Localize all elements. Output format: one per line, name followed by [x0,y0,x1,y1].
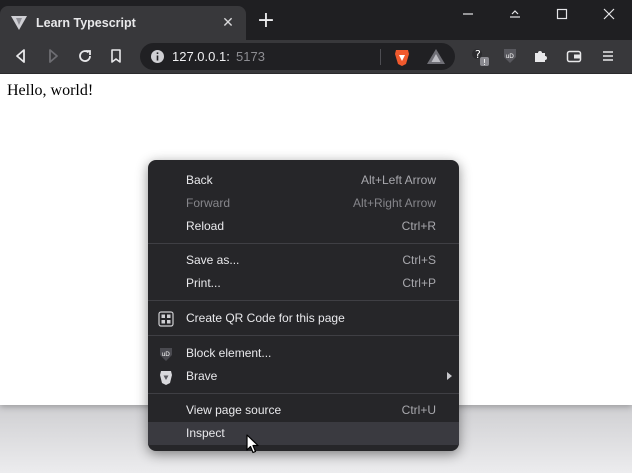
menu-item-print[interactable]: Print... Ctrl+P [148,272,459,295]
menu-item-label: Save as... [186,253,240,267]
brave-shields-icon[interactable] [392,47,412,67]
reload-icon[interactable] [73,44,97,68]
menu-item-back[interactable]: Back Alt+Left Arrow [148,169,459,192]
ublock-icon: uD [158,346,174,362]
vite-logo-icon [10,14,28,32]
svg-text:!: ! [483,58,486,67]
menu-item-label: Create QR Code for this page [186,311,345,325]
menu-divider [148,335,459,336]
menu-item-label: Inspect [186,426,225,440]
restore-down-icon[interactable] [492,0,538,28]
url-host: 127.0.0.1: [172,49,230,64]
maximize-icon[interactable] [539,0,585,28]
menu-item-forward[interactable]: Forward Alt+Right Arrow [148,192,459,215]
site-info-icon[interactable] [150,49,165,64]
submenu-arrow-icon [447,372,452,380]
svg-text:uD: uD [162,351,171,358]
svg-text:uD: uD [506,53,515,60]
menu-item-shortcut: Alt+Left Arrow [360,173,436,187]
menu-item-shortcut: Ctrl+S [402,253,436,267]
menu-item-brave[interactable]: Brave [148,365,459,388]
menu-item-save-as[interactable]: Save as... Ctrl+S [148,249,459,272]
forward-icon[interactable] [41,44,65,68]
tab-learn-typescript[interactable]: Learn Typescript ✕ [0,6,246,40]
brave-lion-icon [158,369,174,385]
menu-item-view-page-source[interactable]: View page source Ctrl+U [148,399,459,422]
menu-item-label: Back [186,173,213,187]
bookmark-icon[interactable] [104,44,128,68]
tab-title: Learn Typescript [36,16,136,30]
menu-divider [148,300,459,301]
close-icon[interactable] [586,0,632,28]
toolbar: 127.0.0.1: 5173 ?! uD [0,40,632,74]
tor-ext-icon[interactable]: ?! [468,44,492,68]
menu-divider [148,243,459,244]
menu-item-label: Brave [186,369,218,383]
brave-rewards-icon[interactable] [426,47,446,67]
menu-item-block-element[interactable]: uD Block element... [148,342,459,365]
url-port: 5173 [236,49,265,64]
menu-item-reload[interactable]: Reload Ctrl+R [148,215,459,238]
menu-divider [148,393,459,394]
mouse-pointer-icon [246,434,260,454]
menu-item-label: Block element... [186,346,272,360]
menu-item-label: Print... [186,276,221,290]
title-bar: Learn Typescript ✕ + [0,0,632,40]
menu-item-label: View page source [186,403,282,417]
menu-icon[interactable] [596,44,620,68]
menu-item-inspect[interactable]: Inspect [148,422,459,445]
qr-code-icon [158,311,174,327]
address-bar-divider [380,49,381,65]
menu-item-label: Reload [186,219,225,233]
menu-item-create-qr-code[interactable]: Create QR Code for this page [148,307,459,330]
minimize-icon[interactable] [445,0,491,28]
new-tab-button[interactable]: + [255,8,277,34]
wallet-icon[interactable] [562,44,586,68]
page-body-text: Hello, world! [7,82,94,99]
address-bar[interactable]: 127.0.0.1: 5173 [140,43,455,70]
menu-item-shortcut: Ctrl+P [402,276,436,290]
menu-item-shortcut: Ctrl+R [401,219,436,233]
menu-item-shortcut: Alt+Right Arrow [352,196,436,210]
menu-item-label: Forward [186,196,231,210]
menu-item-shortcut: Ctrl+U [401,403,436,417]
tab-close-icon[interactable]: ✕ [220,15,236,31]
extensions-icon[interactable] [528,44,552,68]
ublock-icon[interactable]: uD [498,44,522,68]
context-menu: Back Alt+Left Arrow Forward Alt+Right Ar… [148,160,459,451]
back-icon[interactable] [9,44,33,68]
